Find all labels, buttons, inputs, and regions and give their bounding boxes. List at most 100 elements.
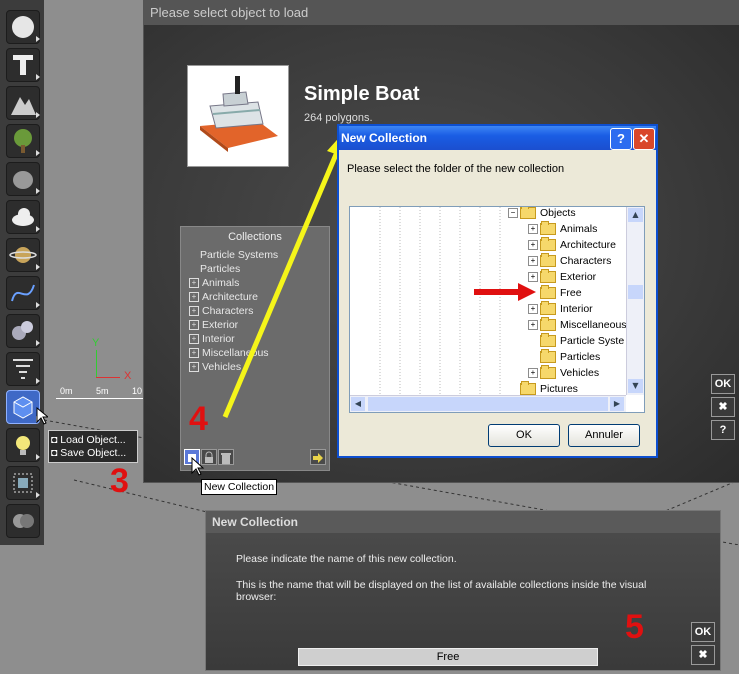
load-save-menu: ◘ Load Object... ◘ Save Object... xyxy=(48,430,138,463)
menu-save-object[interactable]: ◘ Save Object... xyxy=(51,447,126,459)
text-tool[interactable] xyxy=(6,48,40,82)
tree-folder-item[interactable]: + Miscellaneous xyxy=(528,317,626,333)
tree-folder-item[interactable]: − Objects xyxy=(508,207,576,221)
folder-icon xyxy=(540,301,556,316)
load-object-label: Load Object... xyxy=(60,434,126,446)
name-cancel-button[interactable]: ✖ xyxy=(691,645,715,665)
expand-icon[interactable]: + xyxy=(528,224,538,235)
mouse-cursor-icon xyxy=(36,407,48,425)
cube-icon xyxy=(13,396,33,419)
tree-folder-label: Animals xyxy=(560,223,598,235)
tree-folder-label: Architecture xyxy=(560,239,617,251)
expand-icon[interactable]: + xyxy=(189,334,199,345)
cloud-tool[interactable] xyxy=(6,200,40,234)
metablob-tool[interactable] xyxy=(6,314,40,348)
step-4-label: 4 xyxy=(189,400,208,438)
tree-vertical-scrollbar[interactable]: ▲ ▼ xyxy=(626,207,644,395)
expand-icon[interactable]: + xyxy=(189,348,199,359)
tree-horizontal-scrollbar[interactable]: ◀ ▶ xyxy=(350,395,626,412)
tree-folder-label: Characters xyxy=(560,255,612,267)
folder-tree[interactable]: − Objects + Animals + Architecture + Characters… xyxy=(349,206,645,413)
expand-icon[interactable]: + xyxy=(189,320,199,331)
object-polygon-count: 264 polygons. xyxy=(304,112,373,124)
terrain-tool[interactable] xyxy=(6,86,40,120)
tree-folder-item[interactable]: + Animals xyxy=(528,221,598,237)
xp-ok-button[interactable]: OK xyxy=(488,424,560,447)
xp-close-button[interactable]: ✕ xyxy=(633,128,655,150)
name-dialog-title: New Collection xyxy=(206,511,720,533)
step-3-label: 3 xyxy=(110,462,129,500)
load-ok-button[interactable]: OK xyxy=(711,374,735,394)
load-arrow-button[interactable] xyxy=(310,449,326,465)
expand-icon[interactable]: + xyxy=(528,368,538,379)
expand-icon[interactable]: + xyxy=(528,320,538,331)
expand-icon[interactable]: + xyxy=(528,240,538,251)
folder-icon xyxy=(540,365,556,380)
yellow-annotation-arrow xyxy=(222,131,350,418)
scroll-up-button[interactable]: ▲ xyxy=(628,208,643,222)
expand-icon[interactable]: + xyxy=(189,306,199,317)
tornado-tool[interactable] xyxy=(6,352,40,386)
boolean-tool[interactable] xyxy=(6,504,40,538)
expand-icon[interactable]: + xyxy=(528,304,538,315)
pointer-cursor-icon xyxy=(191,457,205,476)
scroll-left-button[interactable]: ◀ xyxy=(351,397,365,411)
xp-cancel-button[interactable]: Annuler xyxy=(568,424,640,447)
collection-name-input[interactable]: Free xyxy=(298,648,598,666)
folder-icon xyxy=(540,269,556,284)
xp-dialog-message: Please select the folder of the new coll… xyxy=(347,163,565,175)
plant-tool[interactable] xyxy=(6,124,40,158)
load-help-button[interactable]: ? xyxy=(711,420,735,440)
menu-load-object[interactable]: ◘ Load Object... xyxy=(51,434,126,446)
group-icon xyxy=(13,473,33,493)
name-dialog-body: Please indicate the name of this new col… xyxy=(206,533,720,670)
tree-folder-item[interactable]: Pictures xyxy=(508,381,578,395)
load-dialog-title: Please select object to load xyxy=(144,1,739,25)
tree-folder-item[interactable]: Particles xyxy=(528,349,600,365)
rock-tool[interactable] xyxy=(6,162,40,196)
expand-icon[interactable]: + xyxy=(189,292,199,303)
tree-folder-label: Vehicles xyxy=(560,367,600,379)
tree-folder-item[interactable]: + Vehicles xyxy=(528,365,600,381)
expand-icon[interactable]: + xyxy=(528,256,538,267)
load-object-tool[interactable] xyxy=(6,390,40,424)
planet-tool[interactable] xyxy=(6,238,40,272)
cloud-icon xyxy=(12,208,34,226)
folder-icon xyxy=(540,253,556,268)
name-ok-button[interactable]: OK xyxy=(691,622,715,642)
tree-folder-item[interactable]: Particle Syste xyxy=(528,333,624,349)
expand-icon[interactable]: + xyxy=(528,272,538,283)
scroll-thumb[interactable] xyxy=(628,285,643,299)
curve-icon xyxy=(11,284,35,302)
tree-folder-label: Miscellaneous xyxy=(560,319,626,331)
folder-icon xyxy=(540,285,556,300)
new-collection-tooltip: New Collection xyxy=(201,479,278,495)
tree-folder-item[interactable]: + Interior xyxy=(528,301,593,317)
scale-bar xyxy=(56,398,144,399)
light-tool[interactable] xyxy=(6,428,40,462)
y-axis-label: Y xyxy=(92,337,100,349)
save-object-label: Save Object... xyxy=(60,447,127,459)
scroll-right-button[interactable]: ▶ xyxy=(610,397,624,411)
tree-items: − Objects + Animals + Architecture + Characters… xyxy=(350,207,626,395)
hscroll-thumb[interactable] xyxy=(368,397,608,411)
tree-folder-item[interactable]: + Characters xyxy=(528,253,612,269)
xp-help-button[interactable]: ? xyxy=(610,128,632,150)
boolean-icon xyxy=(13,514,34,528)
expand-icon[interactable]: + xyxy=(189,362,199,373)
scroll-down-button[interactable]: ▼ xyxy=(628,379,643,393)
left-toolbar xyxy=(0,0,44,545)
tree-folder-label: Exterior xyxy=(560,271,597,283)
text-t-icon xyxy=(13,55,33,75)
expand-icon[interactable]: + xyxy=(189,278,199,289)
lightbulb-icon xyxy=(16,436,30,455)
sphere-tool[interactable] xyxy=(6,10,40,44)
collapse-icon[interactable]: − xyxy=(508,208,518,219)
load-cancel-button[interactable]: ✖ xyxy=(711,397,735,417)
tree-folder-item[interactable]: + Architecture xyxy=(528,237,617,253)
name-dialog-line1: Please indicate the name of this new col… xyxy=(236,553,457,565)
tree-folder-item[interactable]: + Exterior xyxy=(528,269,597,285)
spline-tool[interactable] xyxy=(6,276,40,310)
delete-collection-button[interactable] xyxy=(218,449,234,465)
group-tool[interactable] xyxy=(6,466,40,500)
